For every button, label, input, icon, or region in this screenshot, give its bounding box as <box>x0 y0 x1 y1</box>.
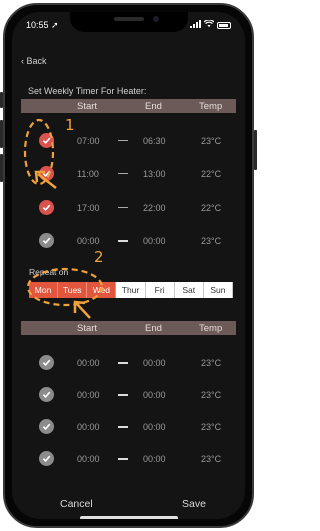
end-time[interactable]: 00:00 <box>143 422 166 432</box>
day-sat[interactable]: Sat <box>174 282 204 298</box>
wifi-icon <box>203 19 215 30</box>
row-checkbox[interactable] <box>39 166 54 181</box>
time-separator <box>118 458 128 460</box>
repeat-label: Repeat on <box>29 267 69 277</box>
day-selector: Mon Tues Wed Thur Fri Sat Sun <box>29 282 233 298</box>
start-time[interactable]: 00:00 <box>77 422 100 432</box>
chevron-left-icon: ‹ <box>21 56 24 66</box>
temperature[interactable]: 22°C <box>201 169 221 179</box>
row-checkbox[interactable] <box>39 387 54 402</box>
schedule-header-2: Start End Temp <box>21 321 236 335</box>
checkmark-icon <box>42 359 51 367</box>
annotation-arrowhead-2 <box>73 300 86 313</box>
save-button[interactable]: Save <box>182 498 206 510</box>
checkmark-icon <box>42 391 51 399</box>
row-checkbox[interactable] <box>39 200 54 215</box>
day-thur[interactable]: Thur <box>116 282 146 298</box>
annotation-label-2: 2 <box>94 248 104 266</box>
header-temp-2: Temp <box>199 322 223 334</box>
front-camera <box>153 16 159 22</box>
annotation-arrow-2 <box>76 303 91 319</box>
back-label: Back <box>26 56 47 66</box>
time-separator <box>118 426 128 428</box>
app-screen: 10:55 ➚ ‹ Back Set Weekly Timer For Heat… <box>12 12 245 519</box>
day-sun[interactable]: Sun <box>203 282 233 298</box>
schedule-row: 11:00 13:00 22°C <box>21 165 236 183</box>
end-time[interactable]: 06:30 <box>143 136 166 146</box>
row-checkbox[interactable] <box>39 133 54 148</box>
checkmark-icon <box>42 204 51 212</box>
temperature[interactable]: 23°C <box>201 390 221 400</box>
checkmark-icon <box>42 423 51 431</box>
temperature[interactable]: 23°C <box>201 358 221 368</box>
day-mon[interactable]: Mon <box>29 282 59 298</box>
time-separator <box>118 140 128 141</box>
location-arrow-icon: ➚ <box>51 20 59 30</box>
home-indicator <box>80 516 178 519</box>
day-wed[interactable]: Wed <box>87 282 117 298</box>
phone-frame: 10:55 ➚ ‹ Back Set Weekly Timer For Heat… <box>3 3 254 528</box>
checkmark-icon <box>42 137 51 145</box>
speaker <box>114 17 144 21</box>
start-time[interactable]: 11:00 <box>77 169 99 179</box>
back-button[interactable]: ‹ Back <box>21 56 47 66</box>
header-end: End <box>145 100 162 112</box>
temperature[interactable]: 22°C <box>201 203 221 213</box>
start-time[interactable]: 07:00 <box>77 136 100 146</box>
notch <box>70 12 188 32</box>
schedule-row: 07:00 06:30 23°C <box>21 132 236 150</box>
battery-icon <box>217 21 231 29</box>
temperature[interactable]: 23°C <box>201 136 221 146</box>
time-separator <box>118 207 128 208</box>
schedule-header: Start End Temp <box>21 99 236 113</box>
end-time[interactable]: 13:00 <box>143 169 166 179</box>
schedule-row: 17:00 22:00 22°C <box>21 199 236 217</box>
schedule-row: 00:00 00:00 23°C <box>21 354 236 372</box>
status-icons <box>190 19 231 30</box>
header-start: Start <box>77 100 98 112</box>
power-button <box>254 130 257 170</box>
schedule-row: 00:00 00:00 23°C <box>21 386 236 404</box>
schedule-row: 00:00 00:00 23°C <box>21 450 236 468</box>
signal-icon <box>190 20 201 30</box>
start-time[interactable]: 00:00 <box>77 390 100 400</box>
day-tues[interactable]: Tues <box>58 282 88 298</box>
temperature[interactable]: 23°C <box>201 236 221 246</box>
start-time[interactable]: 00:00 <box>77 236 100 246</box>
time-separator <box>118 240 128 242</box>
end-time[interactable]: 22:00 <box>143 203 166 213</box>
status-time: 10:55 ➚ <box>26 20 59 31</box>
start-time[interactable]: 17:00 <box>77 203 100 213</box>
end-time[interactable]: 00:00 <box>143 236 166 246</box>
header-temp: Temp <box>199 100 223 112</box>
temperature[interactable]: 23°C <box>201 454 221 464</box>
start-time[interactable]: 00:00 <box>77 358 100 368</box>
header-start-2: Start <box>77 322 98 334</box>
checkmark-icon <box>42 170 51 178</box>
time-separator <box>118 394 128 396</box>
row-checkbox[interactable] <box>39 355 54 370</box>
day-fri[interactable]: Fri <box>145 282 175 298</box>
row-checkbox[interactable] <box>39 419 54 434</box>
end-time[interactable]: 00:00 <box>143 390 166 400</box>
annotation-label-1: 1 <box>65 116 75 134</box>
time-separator <box>118 362 128 364</box>
schedule-row: 00:00 00:00 23°C <box>21 232 236 250</box>
page-title: Set Weekly Timer For Heater: <box>28 86 147 96</box>
time-separator <box>118 173 128 174</box>
checkmark-icon <box>42 455 51 463</box>
end-time[interactable]: 00:00 <box>143 358 166 368</box>
cancel-button[interactable]: Cancel <box>60 498 93 510</box>
start-time[interactable]: 00:00 <box>77 454 100 464</box>
row-checkbox[interactable] <box>39 451 54 466</box>
schedule-row: 00:00 00:00 23°C <box>21 418 236 436</box>
end-time[interactable]: 00:00 <box>143 454 166 464</box>
status-time-text: 10:55 <box>26 20 49 30</box>
temperature[interactable]: 23°C <box>201 422 221 432</box>
row-checkbox[interactable] <box>39 233 54 248</box>
checkmark-icon <box>42 237 51 245</box>
header-end-2: End <box>145 322 162 334</box>
